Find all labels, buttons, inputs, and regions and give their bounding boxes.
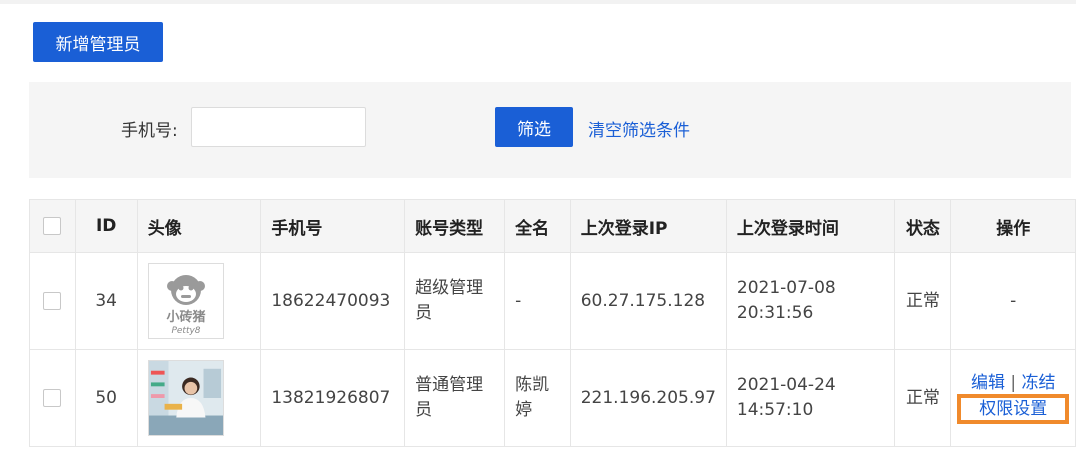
- photo-avatar: [147, 360, 224, 436]
- phone-filter-input[interactable]: [191, 107, 366, 147]
- admin-table: ID 头像 手机号 账号类型 全名 上次登录IP 上次登录时间 状态 操作 34: [29, 199, 1076, 447]
- row-phone: 18622470093: [260, 252, 406, 350]
- header-phone: 手机号: [260, 199, 406, 253]
- row-last-ip: 60.27.175.128: [569, 252, 727, 350]
- header-status: 状态: [894, 199, 952, 253]
- row-avatar-cell: [136, 349, 262, 447]
- row-checkbox[interactable]: [43, 388, 62, 407]
- header-full-name: 全名: [504, 199, 571, 253]
- header-actions: 操作: [950, 199, 1076, 253]
- row-status: 正常: [894, 349, 952, 447]
- row-phone: 13821926807: [260, 349, 406, 447]
- freeze-link[interactable]: 冻结: [1022, 373, 1056, 393]
- header-id: ID: [74, 199, 138, 253]
- row-actions: 编辑 | 冻结 权限设置: [950, 349, 1076, 447]
- phone-filter-label: 手机号:: [121, 121, 178, 141]
- logo-text: 小砖猪: [166, 309, 205, 325]
- row-actions: -: [950, 252, 1076, 350]
- row-select-cell: [29, 252, 76, 350]
- row-full-name: -: [504, 252, 571, 350]
- row-account-type: 普通管理员: [404, 349, 506, 447]
- logo-avatar: 小砖猪 Petty8: [147, 263, 224, 339]
- permission-settings-link[interactable]: 权限设置: [957, 394, 1070, 424]
- edit-link[interactable]: 编辑: [971, 373, 1005, 393]
- table-row: 34 小砖猪 Petty8 18622470093 超级管理员 - 60.27.…: [29, 252, 1076, 350]
- header-last-ip: 上次登录IP: [569, 199, 727, 253]
- row-select-cell: [29, 349, 76, 447]
- row-last-time: 2021-07-08 20:31:56: [725, 252, 896, 350]
- action-separator: |: [1010, 373, 1017, 393]
- user-photo-icon: [148, 361, 223, 435]
- header-last-time: 上次登录时间: [725, 199, 896, 253]
- row-id: 50: [74, 349, 138, 447]
- table-header-row: ID 头像 手机号 账号类型 全名 上次登录IP 上次登录时间 状态 操作: [29, 199, 1076, 253]
- content-panel: 新增管理员 手机号: 筛选 清空筛选条件 ID 头像 手机号 账号类型 全名 上…: [0, 4, 1076, 461]
- filter-bar: 手机号: 筛选 清空筛选条件: [29, 82, 1071, 178]
- header-avatar: 头像: [136, 199, 262, 253]
- logo-subtext: Petty8: [171, 326, 200, 336]
- row-account-type: 超级管理员: [404, 252, 506, 350]
- row-avatar-cell: 小砖猪 Petty8: [136, 252, 262, 350]
- select-all-checkbox[interactable]: [43, 217, 62, 235]
- header-account-type: 账号类型: [404, 199, 506, 253]
- table-row: 50 13821926807 普通管理员 陈凯婷 221.196.205.97 …: [29, 349, 1076, 447]
- add-admin-button[interactable]: 新增管理员: [33, 22, 163, 62]
- row-status: 正常: [894, 252, 952, 350]
- row-last-ip: 221.196.205.97: [569, 349, 727, 447]
- clear-filter-link[interactable]: 清空筛选条件: [588, 116, 690, 141]
- filter-button[interactable]: 筛选: [495, 107, 573, 147]
- row-id: 34: [74, 252, 138, 350]
- monkey-logo-icon: 小砖猪 Petty8: [166, 275, 205, 336]
- row-last-time: 2021-04-24 14:57:10: [725, 349, 896, 447]
- row-full-name: 陈凯婷: [504, 349, 571, 447]
- row-checkbox[interactable]: [43, 291, 62, 310]
- select-all-cell: [29, 199, 76, 253]
